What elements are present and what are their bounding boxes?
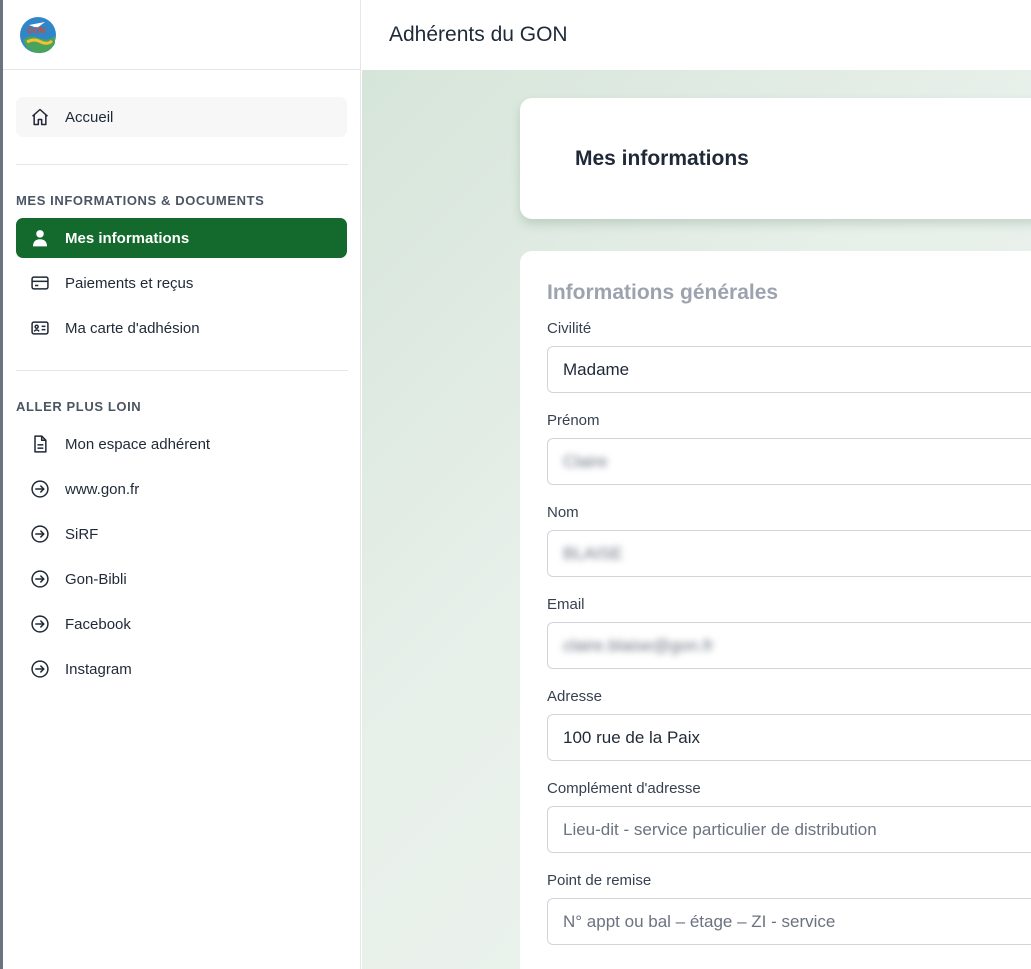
- email-label: Email: [547, 596, 585, 613]
- credit-card-icon: [30, 273, 50, 293]
- point-de-remise-label: Point de remise: [547, 872, 652, 889]
- sidebar-item-sirf[interactable]: SiRF: [16, 514, 347, 554]
- sidebar-item-mes-informations[interactable]: Mes informations: [16, 218, 347, 258]
- arrow-right-circle-icon: [30, 659, 50, 679]
- arrow-right-circle-icon: [30, 569, 50, 589]
- arrow-right-circle-icon: [30, 614, 50, 634]
- prenom-label: Prénom: [547, 412, 600, 429]
- sidebar-divider: [16, 164, 348, 165]
- gon-logo[interactable]: GON: [19, 16, 57, 54]
- sidebar-item-label: Facebook: [65, 615, 131, 633]
- sidebar-divider: [16, 370, 348, 371]
- document-icon: [30, 434, 50, 454]
- sidebar-item-instagram[interactable]: Instagram: [16, 649, 347, 689]
- prenom-input[interactable]: Claire: [547, 438, 1031, 485]
- nom-label: Nom: [547, 504, 579, 521]
- civilite-select[interactable]: Madame: [547, 346, 1031, 393]
- nom-value: BLAISE: [563, 543, 623, 563]
- app-title: Adhérents du GON: [389, 23, 568, 46]
- sidebar-header: GON: [3, 0, 360, 70]
- point-de-remise-placeholder: N° appt ou bal – étage – ZI - service: [563, 911, 836, 931]
- general-info-form: Informations générales Civilité Madame P…: [520, 251, 1031, 969]
- sidebar: GON Accueil MES INFORMATIONS & DOCUMENTS…: [3, 0, 361, 969]
- sidebar-item-label: Mon espace adhérent: [65, 435, 211, 453]
- sidebar-item-facebook[interactable]: Facebook: [16, 604, 347, 644]
- sidebar-item-paiements[interactable]: Paiements et reçus: [16, 263, 347, 303]
- sidebar-item-espace-adherent[interactable]: Mon espace adhérent: [16, 424, 347, 464]
- sidebar-item-label: Gon-Bibli: [65, 570, 127, 588]
- section-title-aller-plus-loin: ALLER PLUS LOIN: [16, 399, 142, 414]
- point-de-remise-input[interactable]: N° appt ou bal – étage – ZI - service: [547, 898, 1031, 945]
- sidebar-item-label: www.gon.fr: [65, 480, 140, 498]
- user-icon: [30, 228, 50, 248]
- sidebar-item-label: SiRF: [65, 525, 99, 543]
- logo-text: GON: [27, 26, 45, 35]
- arrow-right-circle-icon: [30, 479, 50, 499]
- sidebar-item-label: Mes informations: [65, 229, 190, 247]
- id-card-icon: [30, 318, 50, 338]
- sidebar-item-label: Ma carte d'adhésion: [65, 319, 200, 337]
- sidebar-item-label: Instagram: [65, 660, 132, 678]
- sidebar-section-mes-informations: Mes informations Paiements et reçus Ma c…: [3, 218, 360, 348]
- complement-adresse-placeholder: Lieu-dit - service particulier de distri…: [563, 819, 877, 839]
- nom-input[interactable]: BLAISE: [547, 530, 1031, 577]
- sidebar-item-label: Paiements et reçus: [65, 274, 194, 292]
- adresse-input[interactable]: 100 rue de la Paix: [547, 714, 1031, 761]
- civilite-value: Madame: [563, 359, 630, 379]
- sidebar-item-www-gon-fr[interactable]: www.gon.fr: [16, 469, 347, 509]
- email-value: claire.blaise@gon.fr: [563, 635, 714, 655]
- sidebar-item-accueil[interactable]: Accueil: [16, 97, 347, 137]
- sidebar-item-gon-bibli[interactable]: Gon-Bibli: [16, 559, 347, 599]
- complement-adresse-input[interactable]: Lieu-dit - service particulier de distri…: [547, 806, 1031, 853]
- adresse-label: Adresse: [547, 688, 603, 705]
- complement-adresse-label: Complément d'adresse: [547, 780, 701, 797]
- top-header: Adhérents du GON: [362, 0, 1031, 70]
- section-title-mes-informations: MES INFORMATIONS & DOCUMENTS: [16, 193, 265, 208]
- form-heading: Informations générales: [547, 281, 779, 304]
- arrow-right-circle-icon: [30, 524, 50, 544]
- civilite-label: Civilité: [547, 320, 592, 337]
- main-content: Mes informations Informations générales …: [362, 70, 1031, 969]
- home-icon: [30, 107, 50, 127]
- sidebar-item-label: Accueil: [65, 108, 114, 126]
- email-field[interactable]: claire.blaise@gon.fr: [547, 622, 1031, 669]
- sidebar-nav: Accueil: [3, 70, 360, 137]
- adresse-value: 100 rue de la Paix: [563, 727, 701, 747]
- sidebar-section-aller-plus-loin: Mon espace adhérent www.gon.fr SiRF Gon-…: [3, 424, 360, 689]
- page-title: Mes informations: [575, 146, 749, 170]
- sidebar-item-carte-adhesion[interactable]: Ma carte d'adhésion: [16, 308, 347, 348]
- page-title-card: Mes informations: [520, 98, 1031, 219]
- app-window: GON Accueil MES INFORMATIONS & DOCUMENTS…: [0, 0, 1031, 969]
- prenom-value: Claire: [563, 451, 608, 471]
